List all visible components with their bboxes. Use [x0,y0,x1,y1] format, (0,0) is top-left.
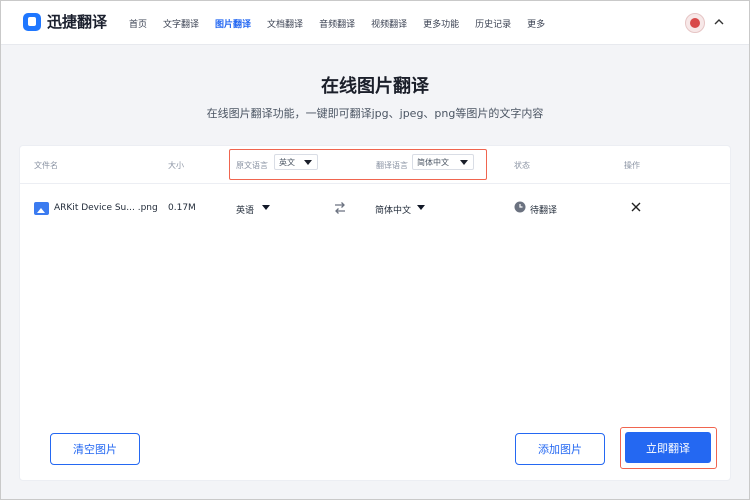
chevron-up-icon[interactable] [713,16,725,28]
file-size: 0.17M [168,203,196,213]
target-language-value: 简体中文 [417,157,449,167]
target-language-select[interactable]: 简体中文 [412,154,474,170]
translate-button-highlight: 立即翻译 [620,427,717,469]
nav-document-translate[interactable]: 文档翻译 [267,17,303,30]
main-nav: 首页 文字翻译 图片翻译 文档翻译 音频翻译 视频翻译 更多功能 历史记录 更多 [129,1,545,45]
table-header: 文件名 大小 原文语言 英文 翻译语言 简体中文 状态 操作 [20,146,730,184]
dropdown-arrow-icon [460,160,468,165]
translate-now-button[interactable]: 立即翻译 [625,432,711,463]
app-window: 迅捷翻译 首页 文字翻译 图片翻译 文档翻译 音频翻译 视频翻译 更多功能 历史… [0,0,750,500]
logo-text: 迅捷翻译 [47,13,108,31]
nav-history[interactable]: 历史记录 [475,17,511,30]
swap-icon[interactable] [333,201,347,215]
status-text: 待翻译 [530,206,558,216]
col-filename: 文件名 [34,161,58,170]
nav-home[interactable]: 首页 [129,17,147,30]
target-language-label: 翻译语言 [376,161,408,170]
nav-more-features[interactable]: 更多功能 [423,17,459,30]
source-language-label: 原文语言 [236,161,268,170]
nav-text-translate[interactable]: 文字翻译 [163,17,199,30]
clear-images-button[interactable]: 清空图片 [50,433,140,465]
image-file-icon [34,202,49,215]
page-subtitle: 在线图片翻译功能，一键即可翻译jpg、jpeg、png等图片的文字内容 [206,107,544,120]
row-target-dropdown-icon[interactable] [417,205,425,210]
top-header: 迅捷翻译 首页 文字翻译 图片翻译 文档翻译 音频翻译 视频翻译 更多功能 历史… [1,1,749,45]
logo-icon [23,12,41,31]
avatar-image [690,18,700,28]
nav-more[interactable]: 更多 [527,17,545,30]
upload-card: 文件名 大小 原文语言 英文 翻译语言 简体中文 状态 操作 ARKit Dev… [19,145,731,481]
col-status: 状态 [514,161,530,170]
avatar[interactable] [685,13,705,33]
logo[interactable]: 迅捷翻译 [23,11,107,32]
nav-video-translate[interactable]: 视频翻译 [371,17,407,30]
source-language-value: 英文 [279,157,295,167]
row-source-dropdown-icon[interactable] [262,205,270,210]
table-row: ARKit Device Su... .png 0.17M 英语 简体中文 待翻… [20,194,730,222]
nav-image-translate[interactable]: 图片翻译 [215,17,251,30]
page-title: 在线图片翻译 [321,76,429,97]
file-name: ARKit Device Su... .png [54,203,158,213]
clock-icon [514,201,526,213]
col-size: 大小 [168,161,184,170]
close-icon[interactable] [630,201,642,213]
source-language-select[interactable]: 英文 [274,154,318,170]
add-image-button[interactable]: 添加图片 [515,433,605,465]
nav-audio-translate[interactable]: 音频翻译 [319,17,355,30]
row-source-language[interactable]: 英语 [236,203,254,216]
dropdown-arrow-icon [304,160,312,165]
col-action: 操作 [624,161,640,170]
row-target-language[interactable]: 简体中文 [375,203,411,216]
